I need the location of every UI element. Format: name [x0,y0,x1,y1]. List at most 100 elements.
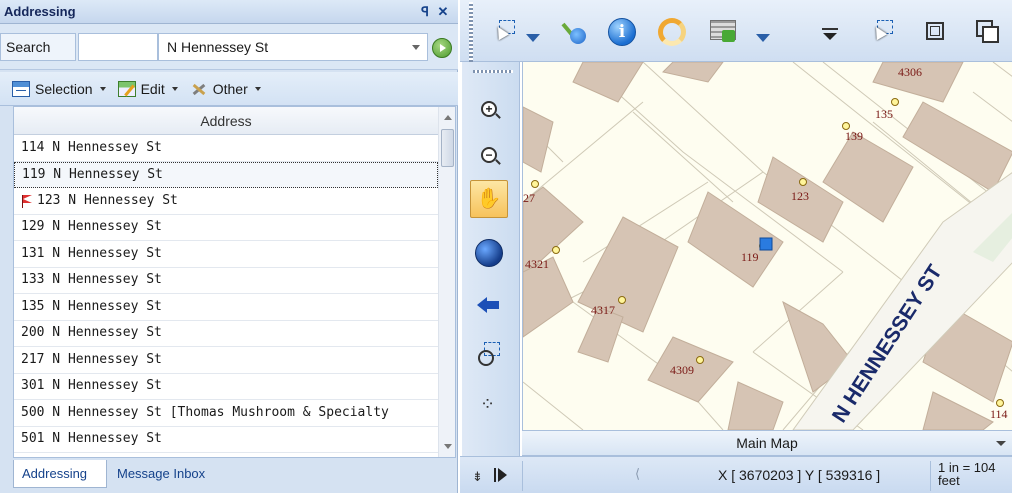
previous-extent-button[interactable] [470,286,508,324]
tools-grip[interactable] [473,70,513,73]
address-point[interactable] [799,178,807,186]
address-point[interactable] [996,399,1004,407]
building [902,101,1012,193]
search-label: Search [0,33,76,61]
globe-button[interactable] [470,234,508,272]
divider [930,461,931,491]
edit-icon [117,80,136,97]
building [922,391,994,430]
building [523,106,554,173]
address-rows: 114 N Hennessey St 119 N Hennessey St 123 … [14,135,438,453]
select-dropdown-icon[interactable] [526,34,540,42]
divider [522,461,523,491]
tab-message-inbox[interactable]: Message Inbox [109,460,213,488]
go-search-icon[interactable] [432,38,452,58]
addressing-panel: Addressing ꟼ ✕ Search N Hennessey St Sel… [0,0,458,493]
scroll-thumb[interactable] [441,129,454,167]
edit-label: Edit [140,80,165,97]
scroll-down-icon[interactable] [444,444,452,449]
table-row[interactable]: 131 N Hennessey St [14,241,438,268]
column-header-address[interactable]: Address [14,107,438,135]
address-cell: 123 N Hennessey St [37,192,178,208]
chevron-down-icon[interactable] [996,441,1006,446]
table-row[interactable]: 501 N Hennessey St [14,427,438,453]
table-row[interactable]: 114 N Hennessey St [14,135,438,162]
coordinate-readout: X [ 3670203 ] Y [ 539316 ] [718,467,881,483]
address-point[interactable] [696,356,704,364]
scale-line-2: feet [938,473,960,488]
chevron-down-icon [99,86,106,91]
select-features-button[interactable] [494,18,522,46]
address-cell: 133 N Hennessey St [21,272,162,288]
refresh-icon [658,18,686,46]
map-title-bar[interactable]: Main Map [522,430,1012,456]
table-row[interactable]: 119 N Hennessey St [14,161,438,188]
pin-icon[interactable]: ꟼ [416,4,434,20]
toolbar-grip[interactable] [469,2,473,62]
panel-title-bar: Addressing ꟼ ✕ [0,0,458,24]
collapse-icon[interactable]: ⇟ [472,469,483,485]
table-row[interactable]: 129 N Hennessey St [14,215,438,241]
table-row[interactable]: 200 N Hennessey St [14,321,438,347]
address-point[interactable] [531,180,539,188]
zoom-out-button[interactable]: − [470,136,508,174]
chevron-down-icon [171,86,178,91]
route-button[interactable] [560,18,588,46]
map-title: Main Map [736,435,798,451]
back-arrow-icon [477,297,501,313]
main-map[interactable]: N HENNESSEY ST 4306 135 139 27 123 4321 119 431… [522,62,1012,430]
other-menu-button[interactable]: Other [190,81,261,97]
identify-button[interactable]: i [608,18,636,46]
select-features-button-2[interactable] [872,18,900,46]
parcel-label: 4317 [591,303,615,317]
play-bar [494,468,496,482]
parcel-label: 135 [875,107,893,121]
map-canvas: N HENNESSEY ST 430613513927 1234321 119431… [523,62,1012,430]
edit-menu-button[interactable]: Edit [117,80,178,97]
flag-icon [21,194,33,208]
table-row[interactable]: 500 N Hennessey St [Thomas Mushroom & Sp… [14,400,438,427]
clear-selection-icon [926,22,944,40]
zoom-in-button[interactable]: + [470,90,508,128]
address-cell: 200 N Hennessey St [21,325,162,341]
map-toolbar: i [460,0,1012,62]
info-icon: i [608,18,636,46]
address-cell: 119 N Hennessey St [22,166,163,182]
tab-addressing[interactable]: Addressing [13,460,107,488]
table-row[interactable]: 301 N Hennessey St [14,374,438,400]
building [662,62,724,83]
address-point[interactable] [891,98,899,106]
cursor-indicator-icon: ⟨ [635,466,641,481]
search-input[interactable] [78,33,158,61]
scroll-up-icon[interactable] [444,115,452,120]
vertical-scrollbar[interactable] [438,107,455,457]
selection-menu-button[interactable]: Selection [12,80,106,97]
address-point[interactable] [552,246,560,254]
layers-button[interactable] [710,18,738,46]
tools-icon [190,81,208,97]
full-extent-icon [480,394,496,415]
refresh-button[interactable] [658,18,686,46]
toolbar-overflow-button[interactable] [822,10,850,40]
zoom-out-icon: − [481,147,497,163]
street-dropdown[interactable]: N Hennessey St [158,33,428,61]
play-icon[interactable] [498,468,507,482]
table-row[interactable]: 133 N Hennessey St [14,268,438,294]
parcel-label: 139 [845,129,863,143]
table-row[interactable]: 217 N Hennessey St [14,347,438,374]
address-point[interactable] [842,122,850,130]
zoom-selection-button[interactable] [976,20,1004,48]
clear-selection-button[interactable] [926,22,954,50]
panel-title: Addressing [4,4,76,19]
table-row[interactable]: 123 N Hennessey St [14,188,438,215]
layers-dropdown-icon[interactable] [756,34,770,42]
pan-button[interactable]: ✋ [470,180,508,218]
parcel-label: 4309 [670,363,694,377]
close-icon[interactable]: ✕ [434,4,452,20]
scale-readout: 1 in = 104 feet [938,461,1010,487]
full-extent-button[interactable] [470,388,508,426]
address-point[interactable] [618,296,626,304]
table-row[interactable]: 135 N Hennessey St [14,294,438,321]
selected-address-marker[interactable] [759,237,773,251]
zoom-to-selection-button[interactable] [470,334,508,372]
